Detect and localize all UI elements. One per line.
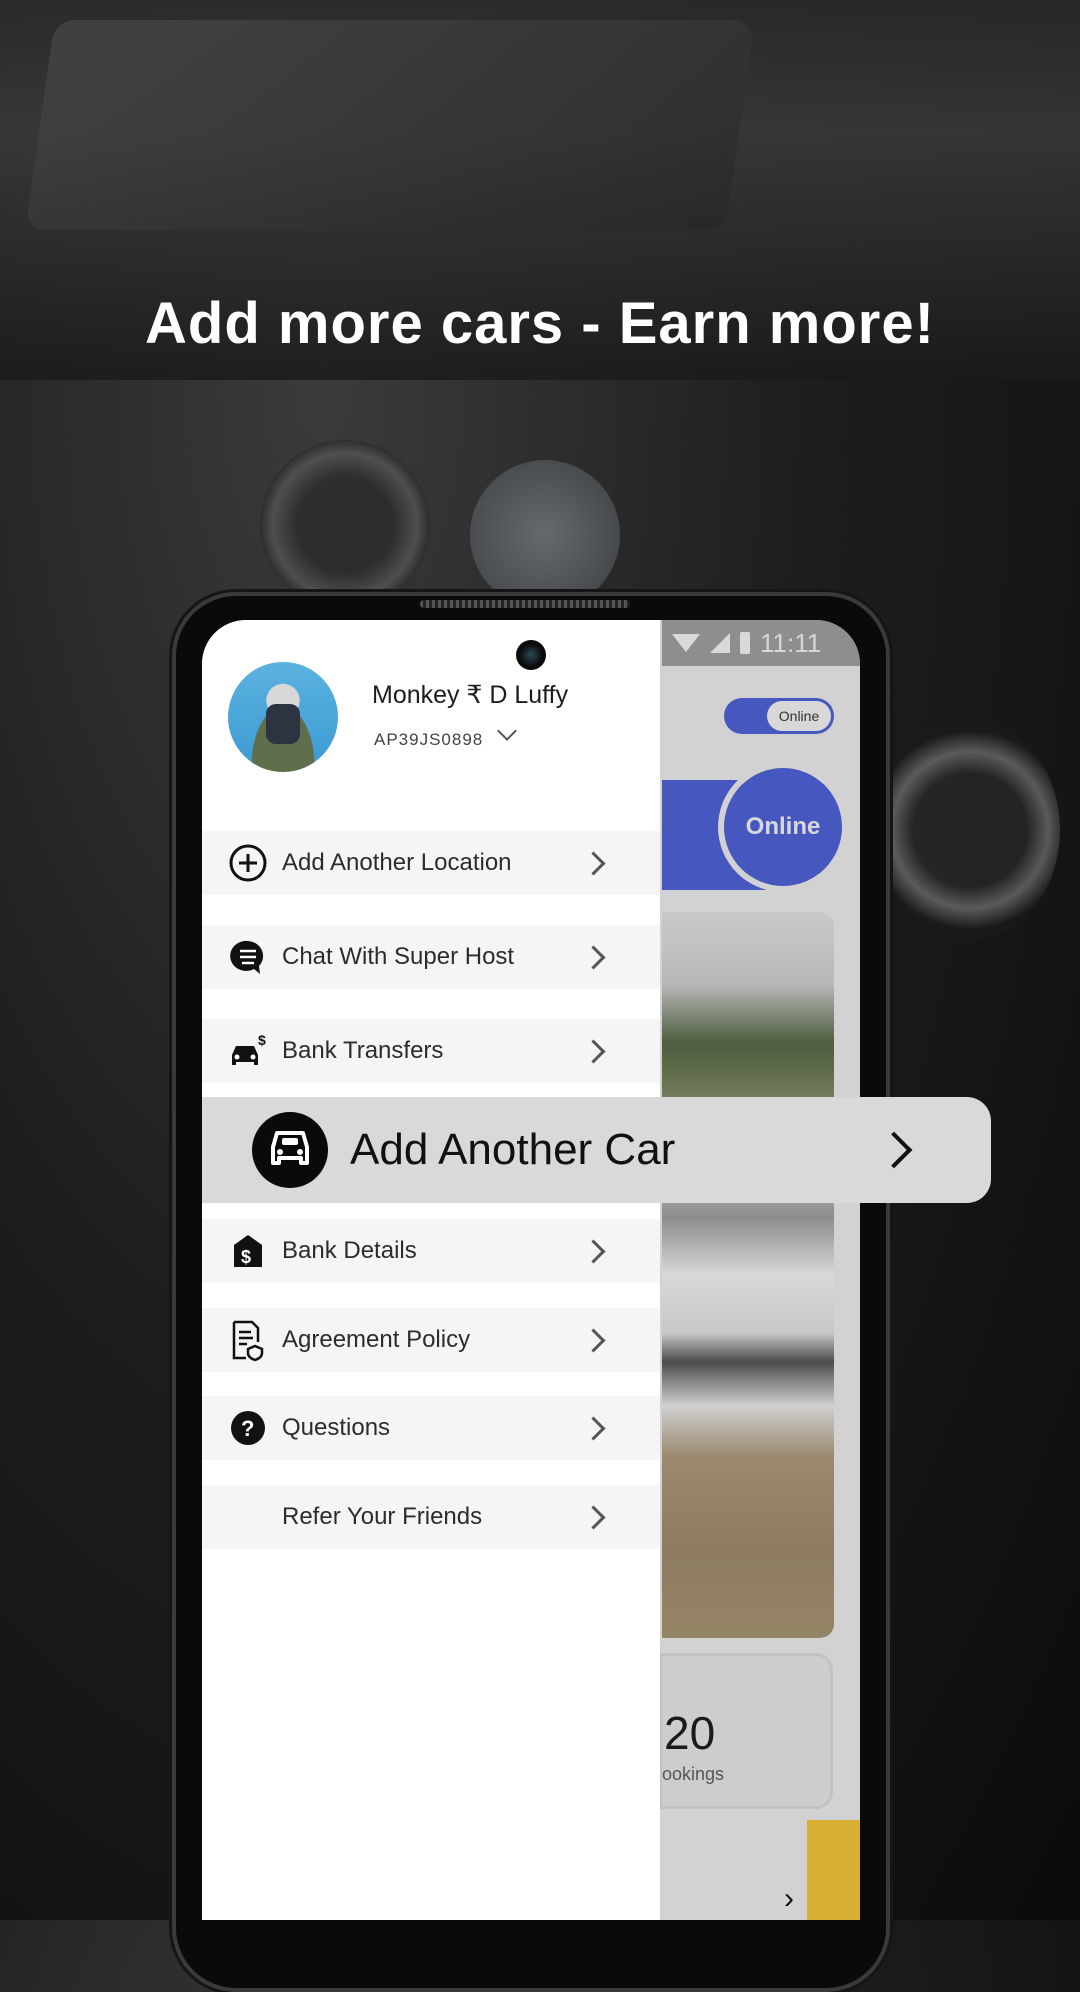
promo-headline: Add more cars - Earn more! <box>145 291 935 356</box>
menu-label: Bank Transfers <box>282 1037 444 1064</box>
online-toggle-label: Online <box>767 701 831 731</box>
online-status-badge: Online <box>724 768 842 886</box>
car-dollar-icon: $ <box>226 1029 270 1073</box>
chevron-right-icon <box>875 1131 913 1169</box>
status-bar: 11:11 <box>662 620 860 666</box>
menu-item-add-another-car[interactable]: Add Another Car <box>202 1097 991 1203</box>
navigation-drawer: Monkey ₹ D Luffy AP39JS0898 Add Another … <box>202 620 660 1920</box>
online-toggle[interactable]: Online <box>724 698 834 734</box>
promo-banner[interactable] <box>807 1820 860 1920</box>
blank-icon-slot <box>226 1495 270 1539</box>
menu-item-chat-super-host[interactable]: Chat With Super Host <box>202 925 660 989</box>
chevron-right-icon <box>581 1238 606 1264</box>
status-time: 11:11 <box>760 627 822 658</box>
menu-label: Refer Your Friends <box>282 1503 483 1530</box>
background-knob <box>260 440 430 610</box>
avatar[interactable] <box>228 662 338 772</box>
background-light <box>470 460 620 610</box>
menu-label: Add Another Car <box>350 1125 676 1174</box>
menu-item-refer-friends[interactable]: Refer Your Friends <box>202 1485 660 1549</box>
car-photo-card[interactable] <box>662 912 834 1638</box>
svg-text:$: $ <box>241 1247 251 1267</box>
chevron-down-icon[interactable] <box>497 721 517 741</box>
document-shield-icon <box>226 1318 270 1362</box>
user-name: Monkey ₹ D Luffy <box>372 681 569 709</box>
signal-icon <box>710 633 730 653</box>
menu-label: Chat With Super Host <box>282 943 515 970</box>
chevron-right-icon <box>581 850 606 876</box>
car-id-selector[interactable]: AP39JS0898 <box>374 730 483 750</box>
phone-screen: 11:11 Online Online 20 ookings › Monkey … <box>202 620 860 1920</box>
svg-text:$: $ <box>258 1032 266 1048</box>
chevron-right-icon <box>581 1327 606 1353</box>
background-engine-button <box>880 720 1060 940</box>
bookings-label: ookings <box>662 1764 725 1784</box>
avatar-face <box>266 704 300 744</box>
chevron-right-icon <box>581 1415 606 1441</box>
menu-label: Questions <box>282 1414 391 1441</box>
chevron-right-icon <box>581 1504 606 1530</box>
bank-dollar-icon: $ <box>226 1229 270 1273</box>
chevron-right-icon <box>581 1038 606 1064</box>
menu-item-bank-details[interactable]: $ Bank Details <box>202 1219 660 1283</box>
background-dashboard-shape <box>25 20 755 230</box>
chevron-right-icon[interactable]: › <box>784 1882 794 1916</box>
front-camera <box>516 640 546 670</box>
menu-item-questions[interactable]: ? Questions <box>202 1396 660 1460</box>
menu-label: Bank Details <box>282 1237 417 1264</box>
menu-label: Agreement Policy <box>282 1326 471 1353</box>
wifi-icon <box>672 634 700 652</box>
chat-icon <box>226 935 270 979</box>
car-icon <box>252 1112 328 1188</box>
svg-text:?: ? <box>241 1416 254 1441</box>
phone-speaker <box>420 600 630 608</box>
question-circle-icon: ? <box>226 1406 270 1450</box>
bookings-stats-card: 20 ookings <box>662 1656 830 1806</box>
menu-item-add-location[interactable]: Add Another Location <box>202 831 660 895</box>
bookings-count: 20 <box>664 1707 716 1759</box>
plus-circle-icon <box>226 841 270 885</box>
battery-icon <box>740 632 750 654</box>
menu-label: Add Another Location <box>282 849 512 876</box>
chevron-right-icon <box>581 944 606 970</box>
menu-item-agreement-policy[interactable]: Agreement Policy <box>202 1308 660 1372</box>
menu-item-bank-transfers[interactable]: $ Bank Transfers <box>202 1019 660 1083</box>
